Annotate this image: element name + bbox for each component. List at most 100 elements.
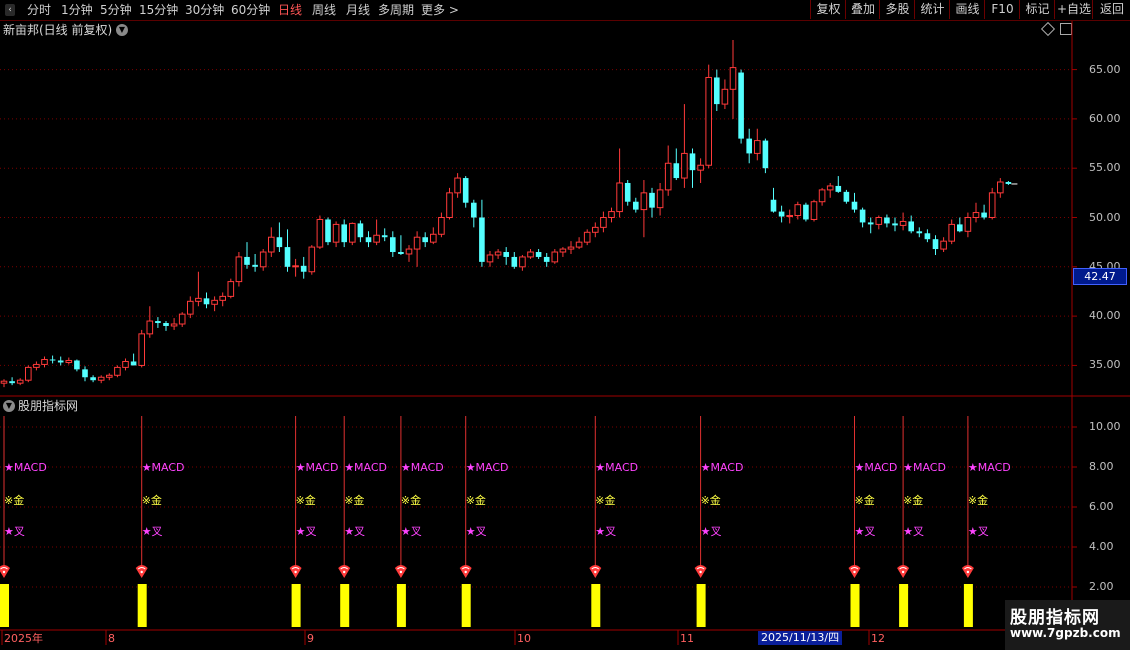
candle-body [381, 235, 388, 238]
signal-macd-label: ★MACD [295, 461, 339, 474]
signal-marker-arc [461, 567, 470, 570]
candle-body [235, 256, 243, 283]
signal-marker-dot [594, 570, 597, 574]
candle-body [494, 251, 502, 256]
indicator-axis-label: 10.00 [1089, 420, 1121, 433]
period-tab-5[interactable]: 60分钟 [231, 2, 270, 18]
signal-marker-shape [897, 565, 910, 578]
candle-body [826, 185, 834, 191]
chart [0, 21, 1130, 645]
watermark-url: www.7gpzb.com [1010, 626, 1121, 640]
candle-body [438, 217, 445, 235]
period-tab-8[interactable]: 月线 [346, 2, 370, 18]
candle-body [640, 192, 648, 211]
signal-cross-label: ★叉 [465, 525, 487, 538]
candle-body [413, 236, 421, 250]
toolbar-action-3[interactable]: 统计 [914, 0, 950, 19]
toolbar-action-8[interactable]: 返回 [1092, 0, 1130, 19]
signal-marker-dot [343, 570, 346, 574]
candle-body [97, 376, 105, 381]
signal-marker-icon [338, 565, 351, 578]
period-tab-9[interactable]: 多周期 [378, 2, 414, 18]
signal-marker-shape [848, 565, 861, 578]
period-tab-3[interactable]: 15分钟 [139, 2, 178, 18]
candle-body [964, 217, 972, 232]
signal-marker-arc [291, 567, 300, 570]
candle-body [924, 233, 931, 240]
candle-body [738, 72, 744, 139]
signal-marker-icon [289, 565, 302, 578]
signal-marker-icon [848, 565, 861, 578]
toolbar-action-4[interactable]: 画线 [949, 0, 985, 19]
price-axis-label: 35.00 [1089, 358, 1121, 372]
candle-body [308, 246, 316, 273]
period-tab-0[interactable]: 分时 [27, 2, 51, 18]
period-tab-7[interactable]: 周线 [312, 2, 336, 18]
candle-body [729, 67, 737, 90]
candle-body [948, 223, 956, 242]
period-tab-2[interactable]: 5分钟 [100, 2, 132, 18]
chevron-down-icon[interactable]: ▼ [116, 24, 128, 36]
candle-body [754, 140, 761, 154]
chevron-down-icon[interactable]: ▼ [3, 400, 15, 412]
window-toggle-icon[interactable] [1060, 23, 1072, 35]
candle-body [721, 88, 729, 105]
candle-body [575, 241, 583, 248]
signal-macd-label: ★MACD [854, 461, 898, 474]
toolbar-action-1[interactable]: 叠加 [845, 0, 880, 19]
candle-body [624, 182, 631, 202]
price-axis-label: 55.00 [1089, 161, 1121, 175]
signal-gold-label: ※金 [400, 494, 422, 507]
period-tab-4[interactable]: 30分钟 [185, 2, 224, 18]
price-axis-label: 65.00 [1089, 62, 1121, 76]
signal-marker-dot [2, 570, 6, 574]
date-label: 12 [871, 632, 885, 645]
candle-body [365, 237, 372, 243]
signal-marker-dot [464, 570, 467, 574]
candle-body [454, 177, 461, 194]
candle-body [810, 201, 818, 220]
signal-bar [291, 584, 301, 627]
indicator-axis-label: 2.00 [1089, 580, 1114, 593]
signal-marker-dot [901, 570, 905, 574]
period-tab-6[interactable]: 日线 [278, 2, 302, 18]
toolbar-action-2[interactable]: 多股 [879, 0, 915, 19]
toolbar-action-7[interactable]: +自选 [1054, 0, 1093, 19]
toolbar-action-0[interactable]: 复权 [810, 0, 846, 19]
price-axis-label: 50.00 [1089, 210, 1121, 224]
candle-body [803, 204, 809, 220]
candle-body [746, 138, 752, 154]
period-tab-1[interactable]: 1分钟 [61, 2, 93, 18]
candle-body [778, 211, 785, 217]
signal-gold-label: ※金 [903, 494, 924, 507]
candle-body [479, 217, 485, 262]
period-tab-10[interactable]: 更多 > [421, 2, 459, 18]
menu-toggle-icon[interactable]: ‹ [5, 4, 15, 16]
candle-body [114, 366, 121, 376]
candle-body [859, 209, 866, 223]
candle-body [405, 248, 413, 255]
candle-body [770, 199, 777, 212]
candle-body [916, 231, 923, 234]
candle-body [583, 231, 591, 243]
signal-marker-icon [135, 565, 148, 578]
toolbar-action-6[interactable]: 标记 [1019, 0, 1055, 19]
candle-body [211, 299, 218, 305]
signal-bar [461, 584, 471, 627]
watermark-title: 股朋指标网 [1010, 608, 1100, 628]
candle-body [835, 185, 842, 192]
date-label: 9 [307, 632, 314, 645]
candle-body [9, 381, 15, 384]
candle-body [130, 361, 137, 366]
signal-gold-label: ※金 [700, 494, 721, 507]
candle-body [884, 217, 890, 224]
candle-body [90, 377, 96, 381]
diamond-icon[interactable] [1040, 21, 1056, 37]
candle-body [697, 164, 704, 171]
signal-marker-shape [459, 565, 472, 578]
candle-body [681, 152, 688, 179]
toolbar-action-5[interactable]: F10 [984, 0, 1020, 19]
candle-body [49, 359, 56, 361]
candle-body [219, 295, 226, 301]
signal-marker-dot [699, 570, 702, 574]
